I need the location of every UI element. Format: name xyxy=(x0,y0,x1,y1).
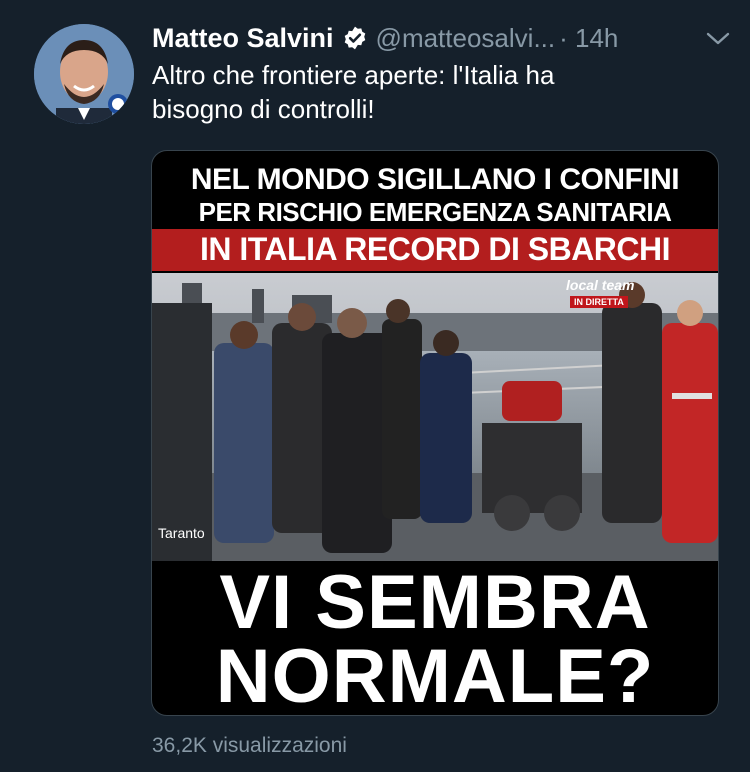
tweet-timestamp[interactable]: · 14h xyxy=(559,23,618,54)
media-headline-line: IN ITALIA RECORD DI SBARCHI xyxy=(199,231,671,267)
tweet[interactable]: Matteo Salvini @matteosalvi... · 14h Alt… xyxy=(0,0,750,772)
broadcaster-logo: local team xyxy=(566,277,635,293)
media-headline-line: NEL MONDO SIGILLANO I CONFINI xyxy=(190,163,680,196)
verified-badge-icon xyxy=(342,25,368,51)
media-caption-line: NORMALE? xyxy=(215,634,655,716)
chevron-down-icon[interactable] xyxy=(704,26,732,50)
media-headline-line: PER RISCHIO EMERGENZA SANITARIA xyxy=(198,197,672,227)
tweet-text-line: Altro che frontiere aperte: l'Italia ha xyxy=(152,60,555,90)
avatar[interactable] xyxy=(34,24,134,124)
author-handle[interactable]: @matteosalvi... xyxy=(376,23,556,54)
tweet-header: Matteo Salvini @matteosalvi... · 14h xyxy=(152,20,732,56)
author-name[interactable]: Matteo Salvini xyxy=(152,23,334,54)
view-count: 36,2K visualizzazioni xyxy=(152,734,347,757)
tweet-media[interactable]: NEL MONDO SIGILLANO I CONFINI PER RISCHI… xyxy=(151,150,719,716)
media-caption-line: VI SEMBRA xyxy=(219,560,651,645)
live-badge: IN DIRETTA xyxy=(570,296,628,308)
tweet-text-line: bisogno di controlli! xyxy=(152,94,375,124)
location-label: Taranto xyxy=(158,525,205,541)
tweet-text: Altro che frontiere aperte: l'Italia ha … xyxy=(152,58,712,126)
media-photo xyxy=(152,273,718,561)
